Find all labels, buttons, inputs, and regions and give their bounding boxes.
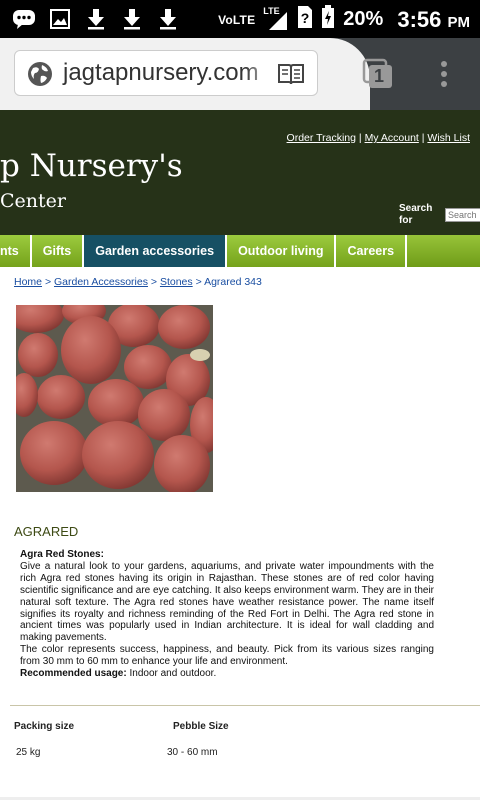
description-body: Give a natural look to your gardens, aqu… <box>20 560 434 644</box>
messaging-icon <box>12 7 36 31</box>
product-name: AGRARED <box>14 524 79 539</box>
breadcrumb-sep: > <box>195 276 202 288</box>
overflow-menu-icon[interactable] <box>436 58 452 90</box>
my-account-link[interactable]: My Account <box>365 132 419 144</box>
breadcrumb-sep: > <box>150 276 158 288</box>
breadcrumb-current: Agrared 343 <box>204 276 262 288</box>
nav-item-careers[interactable]: Careers <box>336 235 408 267</box>
description-body-2: The color represents success, happiness,… <box>20 644 434 668</box>
breadcrumb: Home > Garden Accessories > Stones > Agr… <box>14 276 262 288</box>
product-description: Agra Red Stones: Give a natural look to … <box>20 549 434 680</box>
search-input[interactable] <box>445 208 480 222</box>
signal-icon: LTE <box>263 6 289 32</box>
nav-item-plants[interactable]: nts <box>0 235 32 267</box>
clock-ampm: PM <box>447 13 471 31</box>
site-header: Order Tracking | My Account | Wish List … <box>0 110 480 235</box>
site-subtitle: Center <box>0 190 66 212</box>
clock: 3:56 PM <box>397 7 470 33</box>
download-icon <box>84 7 108 31</box>
breadcrumb-home[interactable]: Home <box>14 276 42 288</box>
spec-header-packing-size: Packing size <box>14 721 75 732</box>
wish-list-link[interactable]: Wish List <box>427 132 470 144</box>
spec-header-pebble-size: Pebble Size <box>173 721 229 732</box>
order-tracking-link[interactable]: Order Tracking <box>287 132 356 144</box>
top-links: Order Tracking | My Account | Wish List <box>286 132 470 144</box>
url-fade <box>245 51 275 95</box>
breadcrumb-stones[interactable]: Stones <box>160 276 193 288</box>
url-tab: jagtapnursery.com <box>0 38 370 110</box>
description-heading: Agra Red Stones: <box>20 549 104 560</box>
network-type: VoLTE <box>218 12 256 27</box>
address-bar[interactable]: jagtapnursery.com <box>14 50 318 96</box>
globe-icon <box>27 61 53 87</box>
search-label: Search for <box>399 203 433 226</box>
recommended-usage-value: Indoor and outdoor. <box>129 668 217 680</box>
divider <box>10 705 480 706</box>
main-nav: nts Gifts Garden accessories Outdoor liv… <box>0 235 480 267</box>
reader-mode-icon[interactable] <box>277 62 305 86</box>
download-icon <box>120 7 144 31</box>
notification-icons <box>12 7 180 31</box>
nav-item-garden-accessories[interactable]: Garden accessories <box>84 235 228 267</box>
url-text[interactable]: jagtapnursery.com <box>63 59 259 87</box>
nav-item-outdoor-living[interactable]: Outdoor living <box>227 235 337 267</box>
battery-percentage: 20% <box>343 8 384 30</box>
status-bar: VoLTE LTE ? 20% 3:56 PM <box>0 0 480 38</box>
tab-switcher-button[interactable]: 1 <box>362 58 394 90</box>
spec-value-pebble-size: 30 - 60 mm <box>167 747 218 758</box>
svg-text:?: ? <box>301 10 310 26</box>
site-title[interactable]: p Nursery's <box>0 148 183 184</box>
sim-icon: ? <box>297 5 313 34</box>
spec-value-packing-size: 25 kg <box>16 747 41 758</box>
system-icons: VoLTE LTE ? 20% 3:56 PM <box>218 5 470 34</box>
breadcrumb-sep: > <box>44 276 52 288</box>
clock-time: 3:56 <box>397 6 442 32</box>
product-image[interactable] <box>16 305 213 492</box>
recommended-usage-label: Recommended usage: <box>20 668 127 680</box>
browser-toolbar: jagtapnursery.com 1 <box>0 38 480 110</box>
tab-count: 1 <box>374 66 385 86</box>
battery-icon <box>321 5 335 34</box>
breadcrumb-garden-accessories[interactable]: Garden Accessories <box>54 276 148 288</box>
image-icon <box>48 7 72 31</box>
download-icon <box>156 7 180 31</box>
nav-item-gifts[interactable]: Gifts <box>31 235 85 267</box>
